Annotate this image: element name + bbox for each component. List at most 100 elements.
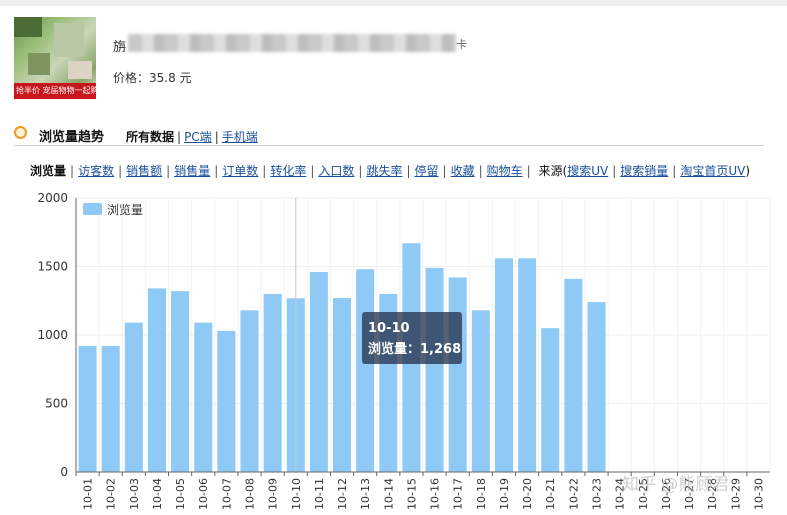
tab-mobile[interactable]: 手机端 — [222, 130, 258, 144]
x-tick-label: 10-20 — [521, 478, 534, 510]
metric-selector: 浏览量 | 访客数 | 销售额 | 销售量 | 订单数 | 转化率 | 入口数 | 跳失率 | 停留 | 收藏 | 购物… — [30, 162, 750, 179]
metric-pageviews[interactable]: 浏览量 — [30, 164, 66, 178]
metric-separator: | — [442, 164, 447, 178]
x-tick-label: 10-22 — [567, 478, 580, 510]
thumbnail-banner: 抢半价 宠届物物一起购 宠届半价 — [14, 83, 96, 99]
bar-10-05 — [171, 291, 190, 472]
bar-10-17 — [448, 277, 467, 472]
metric-separator: | — [526, 164, 531, 178]
x-tick-label: 10-02 — [105, 478, 118, 510]
bar-10-20 — [518, 258, 537, 472]
thumbnail-mosaic — [14, 17, 42, 37]
x-tick-label: 10-15 — [405, 478, 418, 510]
metric-separator: | — [406, 164, 411, 178]
metric-visitors[interactable]: 访客数 — [78, 164, 114, 178]
x-tick-label: 10-13 — [359, 478, 372, 510]
legend-swatch — [83, 203, 102, 215]
bar-10-23 — [587, 302, 606, 472]
product-price: 价格：35.8 元 — [113, 69, 192, 86]
y-tick-label: 500 — [45, 397, 68, 411]
x-tick-label: 10-07 — [220, 478, 233, 510]
tab-all-data[interactable]: 所有数据 — [126, 130, 174, 144]
metric-favorites[interactable]: 收藏 — [451, 164, 475, 178]
x-tick-label: 10-14 — [382, 478, 395, 510]
product-title-end: 卡 — [456, 38, 467, 51]
top-strip — [0, 0, 787, 6]
metric-separator: | — [166, 164, 171, 178]
bar-10-02 — [101, 345, 120, 472]
bar-10-16 — [425, 267, 444, 472]
x-tick-label: 10-03 — [128, 478, 141, 510]
metric-separator: | — [118, 164, 123, 178]
y-tick-label: 1000 — [37, 328, 68, 342]
price-value: 35.8 — [149, 71, 176, 85]
bar-10-11 — [309, 271, 328, 472]
bar-10-19 — [494, 258, 513, 472]
source-label: 来源( — [538, 164, 568, 178]
metric-separator: | — [70, 164, 75, 178]
bar-10-06 — [194, 322, 213, 472]
product-thumbnail[interactable]: 抢半价 宠届物物一起购 宠届半价 — [14, 17, 96, 99]
metric-cart[interactable]: 购物车 — [487, 164, 523, 178]
metric-separator: | — [358, 164, 363, 178]
x-tick-label: 10-11 — [313, 478, 326, 510]
x-tick-label: 10-21 — [544, 478, 557, 510]
x-tick-label: 10-18 — [475, 478, 488, 510]
y-tick-label: 2000 — [37, 191, 68, 205]
bar-10-12 — [333, 298, 352, 472]
source-search-uv[interactable]: 搜索UV — [567, 164, 608, 178]
tooltip-date: 10-10 — [368, 321, 410, 336]
y-tick-label: 0 — [60, 465, 68, 479]
metric-separator: | — [478, 164, 483, 178]
metric-orders[interactable]: 订单数 — [222, 164, 258, 178]
x-tick-label: 10-09 — [267, 478, 280, 510]
bar-10-07 — [217, 330, 236, 472]
x-tick-label: 10-01 — [82, 478, 95, 510]
bar-10-04 — [147, 288, 166, 472]
watermark: 知乎 @熊顾君 — [622, 475, 730, 495]
source-search-sales[interactable]: 搜索销量 — [620, 164, 668, 178]
bar-10-13 — [356, 269, 375, 472]
thumbnail-mosaic — [68, 61, 92, 79]
x-tick-label: 10-17 — [452, 478, 465, 510]
x-tick-label: 10-10 — [290, 478, 303, 510]
tab-pc[interactable]: PC端 — [184, 130, 212, 144]
price-label: 价格： — [113, 71, 150, 85]
section-divider — [14, 145, 764, 146]
y-tick-label: 1500 — [37, 260, 68, 274]
thumbnail-mosaic — [54, 23, 84, 57]
trend-circle-icon — [14, 126, 27, 139]
bar-10-22 — [564, 278, 583, 472]
bar-10-09 — [263, 293, 282, 472]
trend-title: 浏览量趋势 — [39, 130, 105, 145]
metric-entries[interactable]: 入口数 — [318, 164, 354, 178]
bar-10-18 — [471, 310, 490, 472]
bar-10-03 — [124, 322, 143, 472]
x-tick-label: 10-12 — [336, 478, 349, 510]
metric-bounce-rate[interactable]: 跳失率 — [366, 164, 402, 178]
bar-10-21 — [541, 328, 560, 472]
metric-stay-time[interactable]: 停留 — [415, 164, 439, 178]
product-title-start: 旃 — [113, 40, 127, 55]
x-tick-label: 10-04 — [151, 478, 164, 510]
metric-separator: | — [612, 164, 617, 178]
x-tick-label: 10-08 — [244, 478, 257, 510]
metric-conversion-rate[interactable]: 转化率 — [270, 164, 306, 178]
tooltip-line: 浏览量：1,268 — [368, 339, 462, 360]
metric-sales-amount[interactable]: 销售额 — [126, 164, 162, 178]
chart-tooltip: 10-10 浏览量：1,268 — [362, 312, 462, 364]
tab-separator: | — [177, 130, 182, 144]
x-tick-label: 10-30 — [752, 478, 765, 510]
legend-label: 浏览量 — [107, 202, 143, 217]
x-tick-label: 10-16 — [429, 478, 442, 510]
thumbnail-mosaic — [28, 53, 50, 75]
metric-separator: | — [672, 164, 677, 178]
metric-sales-volume[interactable]: 销售量 — [174, 164, 210, 178]
tab-separator: | — [214, 130, 219, 144]
x-tick-label: 10-05 — [174, 478, 187, 510]
source-close: ) — [745, 164, 750, 178]
source-taobao-home-uv[interactable]: 淘宝首页UV — [680, 164, 745, 178]
x-tick-label: 10-23 — [591, 478, 604, 510]
tooltip-label: 浏览量： — [368, 342, 421, 357]
x-tick-label: 10-29 — [729, 478, 742, 510]
